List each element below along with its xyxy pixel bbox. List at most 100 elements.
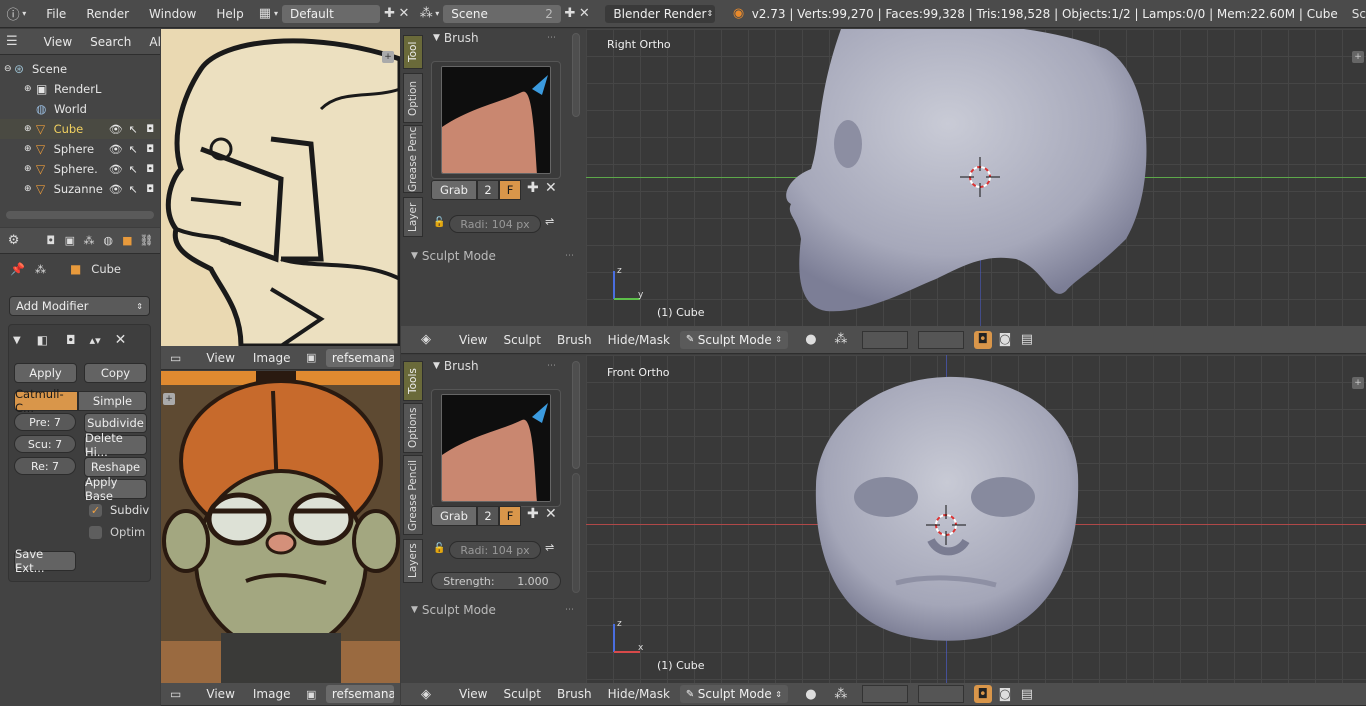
render-anim-icon[interactable]: ▤ bbox=[1018, 331, 1036, 349]
fake-user-button[interactable]: F bbox=[499, 180, 521, 200]
drag-grip-icon[interactable]: ⋯ bbox=[547, 33, 556, 43]
render-levels-field[interactable]: Re: 7 bbox=[14, 457, 76, 475]
brush-menu[interactable]: Brush bbox=[551, 687, 598, 701]
close-brush-icon[interactable]: ✕ bbox=[545, 180, 557, 196]
image-browse-icon[interactable]: ▣ bbox=[302, 685, 319, 703]
viewport-top[interactable]: Right Ortho zy (1) Cube + bbox=[586, 29, 1366, 326]
sculpt-menu[interactable]: Sculpt bbox=[497, 333, 546, 347]
drag-grip-icon[interactable]: ⋯ bbox=[547, 361, 556, 371]
eye-icon[interactable]: 👁 bbox=[109, 123, 129, 136]
properties-editor-icon[interactable]: ⚙ bbox=[6, 232, 21, 250]
add-brush-icon[interactable]: ✚ bbox=[527, 180, 539, 196]
image-name-field[interactable]: refsemana2 bbox=[325, 685, 394, 703]
object-tab-icon[interactable]: ■ bbox=[120, 232, 135, 250]
scene-icon[interactable]: ⁂ bbox=[419, 5, 433, 23]
brush-name-field[interactable]: Grab bbox=[431, 506, 477, 526]
cursor-select-icon[interactable]: ↖ bbox=[128, 183, 146, 196]
outliner-menu-all[interactable]: Al bbox=[143, 35, 160, 49]
mode-select[interactable]: ✎ Sculpt Mode ⇕ bbox=[679, 330, 788, 349]
viewport-bottom[interactable]: Front Ortho zx (1) Cube + bbox=[586, 355, 1366, 683]
render-camera-icon[interactable]: ◘ bbox=[146, 124, 160, 135]
expand-icon[interactable]: ⊕ bbox=[24, 84, 36, 94]
image-menu-view[interactable]: View bbox=[200, 351, 240, 365]
brush-preview-box[interactable] bbox=[431, 61, 561, 179]
image-editor-icon[interactable]: ▭ bbox=[167, 685, 184, 703]
3d-cursor-icon[interactable] bbox=[960, 157, 1000, 197]
cursor-select-icon[interactable]: ↖ bbox=[128, 143, 146, 156]
image-menu-view[interactable]: View bbox=[200, 687, 240, 701]
expand-icon[interactable]: ⊕ bbox=[24, 124, 36, 134]
brush-strength-field[interactable]: Strength: 1.000 bbox=[431, 572, 561, 590]
sculpt-mode-panel-header[interactable]: ▼ Sculpt Mode bbox=[411, 603, 496, 617]
drag-grip-icon[interactable]: ⋯ bbox=[565, 605, 574, 615]
expand-icon[interactable]: ⊕ bbox=[24, 144, 36, 154]
outliner-menu-search[interactable]: Search bbox=[84, 35, 137, 49]
add-brush-icon[interactable]: ✚ bbox=[527, 506, 539, 522]
region-plus-icon[interactable]: + bbox=[1352, 51, 1364, 63]
modifier-camera-icon[interactable]: ◘ bbox=[66, 333, 76, 347]
tool-shelf-scrollbar[interactable] bbox=[572, 361, 580, 469]
brush-panel-header[interactable]: ▼ Brush bbox=[433, 31, 479, 45]
lock-camera-icon[interactable]: ◘ bbox=[973, 685, 992, 703]
brush-menu[interactable]: Brush bbox=[551, 333, 598, 347]
layer-buttons-2[interactable] bbox=[917, 330, 964, 349]
info-editor-icon[interactable]: ⓘ bbox=[6, 5, 20, 23]
pivot-point-icon[interactable]: ⁂ bbox=[832, 331, 850, 349]
scene-field[interactable]: Scene 2 bbox=[443, 4, 561, 23]
optimal-display-checkbox[interactable]: Optim bbox=[89, 525, 145, 539]
sculpt-menu[interactable]: Sculpt bbox=[497, 687, 546, 701]
modifier-display-icon[interactable]: ◧ bbox=[37, 333, 48, 347]
tab-tool[interactable]: Tool bbox=[403, 35, 423, 69]
menu-help[interactable]: Help bbox=[206, 7, 253, 21]
chevron-down-icon[interactable]: ▾ bbox=[433, 5, 441, 23]
outliner-editor-icon[interactable]: ☰ bbox=[6, 33, 18, 51]
image-browse-icon[interactable]: ▣ bbox=[302, 349, 319, 367]
cursor-select-icon[interactable]: ↖ bbox=[128, 163, 146, 176]
close-layout-icon[interactable]: ✕ bbox=[397, 5, 411, 23]
render-image-icon[interactable]: ◙ bbox=[996, 685, 1014, 703]
chevron-down-icon[interactable]: ▾ bbox=[20, 5, 28, 23]
brush-users-count[interactable]: 2 bbox=[477, 506, 499, 526]
brush-users-count[interactable]: 2 bbox=[477, 180, 499, 200]
collapse-triangle-icon[interactable]: ▼ bbox=[13, 335, 21, 346]
brush-panel-header[interactable]: ▼ Brush bbox=[433, 359, 479, 373]
tab-grease-pencil[interactable]: Grease Penc bbox=[403, 125, 423, 193]
image-editor-icon[interactable]: ▭ bbox=[167, 349, 184, 367]
view-menu[interactable]: View bbox=[453, 333, 493, 347]
constraints-tab-icon[interactable]: ⛓ bbox=[139, 232, 154, 250]
eye-icon[interactable]: 👁 bbox=[109, 163, 129, 176]
layer-buttons-2[interactable] bbox=[917, 685, 964, 703]
tab-layers[interactable]: Layers bbox=[403, 539, 423, 583]
tab-grease-pencil[interactable]: Grease Pencil bbox=[403, 455, 423, 535]
expand-icon[interactable]: ⊕ bbox=[24, 184, 36, 194]
region-plus-icon[interactable]: + bbox=[163, 393, 175, 405]
expand-icon[interactable]: ⊕ bbox=[24, 164, 36, 174]
3d-view-editor-icon[interactable]: ◈ bbox=[417, 331, 435, 349]
render-tab-icon[interactable]: ◘ bbox=[43, 232, 58, 250]
close-brush-icon[interactable]: ✕ bbox=[545, 506, 557, 522]
copy-button[interactable]: Copy bbox=[84, 363, 147, 383]
brush-preview-box[interactable] bbox=[431, 389, 561, 507]
outliner-scrollbar[interactable] bbox=[6, 211, 154, 219]
region-plus-icon[interactable]: + bbox=[382, 51, 394, 63]
outliner-row-suzanne[interactable]: ⊕ ▽ Suzanne 👁 ↖ ◘ bbox=[0, 179, 160, 199]
outliner-menu-view[interactable]: View bbox=[38, 35, 78, 49]
tab-options[interactable]: Option bbox=[403, 73, 423, 123]
outliner-row-sphere[interactable]: ⊕ ▽ Sphere 👁 ↖ ◘ bbox=[0, 139, 160, 159]
add-layout-icon[interactable]: ✚ bbox=[382, 5, 396, 23]
fake-user-button[interactable]: F bbox=[499, 506, 521, 526]
viewport-shading-icon[interactable]: ● bbox=[802, 331, 820, 349]
image-menu-image[interactable]: Image bbox=[247, 351, 297, 365]
screen-layout-icon[interactable]: ▦ bbox=[258, 5, 272, 23]
eye-icon[interactable]: 👁 bbox=[109, 143, 129, 156]
tool-shelf-scrollbar-lower[interactable] bbox=[572, 473, 580, 593]
scene-tab-icon[interactable]: ⁂ bbox=[81, 232, 96, 250]
catmull-clark-button[interactable]: Catmull-C... bbox=[14, 387, 78, 415]
preview-levels-field[interactable]: Pre: 7 bbox=[14, 413, 76, 431]
simple-button[interactable]: Simple bbox=[78, 391, 147, 411]
brush-radius-field[interactable]: Radi: 104 px bbox=[449, 541, 541, 559]
lock-icon[interactable]: 🔓 bbox=[433, 543, 445, 554]
delete-higher-button[interactable]: Delete Hi... bbox=[84, 431, 147, 459]
outliner-row-renderlayers[interactable]: ⊕ ▣ RenderL bbox=[0, 79, 160, 99]
menu-render[interactable]: Render bbox=[76, 7, 139, 21]
